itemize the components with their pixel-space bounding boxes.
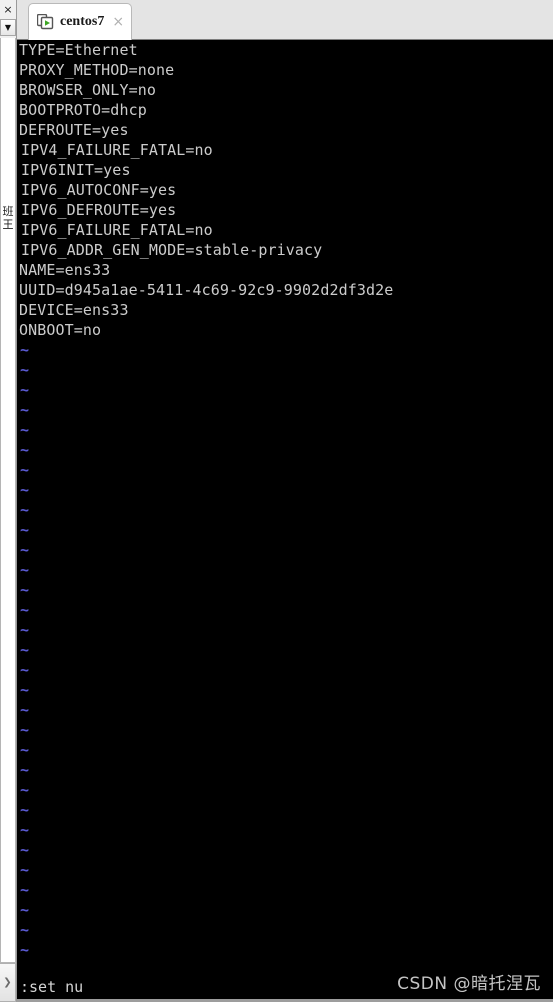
- empty-line-marker: ~: [20, 901, 30, 919]
- config-line: IPV6INIT=yes: [21, 161, 131, 179]
- empty-line-marker: ~: [20, 821, 30, 839]
- config-line: TYPE=Ethernet: [19, 41, 138, 59]
- empty-line-marker: ~: [20, 581, 30, 599]
- chevron-down-icon[interactable]: ▼: [0, 19, 16, 36]
- config-line: IPV4_FAILURE_FATAL=no: [21, 141, 213, 159]
- tab-centos7[interactable]: centos7 ×: [28, 3, 133, 40]
- tab-strip: centos7 ×: [17, 0, 553, 40]
- csdn-watermark: CSDN @暗托涅瓦: [397, 974, 541, 994]
- empty-line-marker: ~: [20, 801, 30, 819]
- config-line: UUID=d945a1ae-5411-4c69-92c9-9902d2df3d2…: [19, 281, 394, 299]
- empty-line-marker: ~: [20, 621, 30, 639]
- empty-line-marker: ~: [20, 681, 30, 699]
- empty-line-marker: ~: [20, 401, 30, 419]
- config-line: IPV6_FAILURE_FATAL=no: [21, 221, 213, 239]
- config-line: DEVICE=ens33: [19, 301, 129, 319]
- library-panel: [0, 38, 16, 963]
- library-vertical-label: 班王: [2, 205, 14, 231]
- empty-line-marker: ~: [20, 521, 30, 539]
- config-line: IPV6_AUTOCONF=yes: [21, 181, 177, 199]
- empty-line-marker: ~: [20, 641, 30, 659]
- empty-line-marker: ~: [20, 661, 30, 679]
- empty-line-marker: ~: [20, 721, 30, 739]
- empty-line-marker: ~: [20, 561, 30, 579]
- config-line: IPV6_ADDR_GEN_MODE=stable-privacy: [21, 241, 323, 259]
- vm-power-icon: [36, 13, 54, 30]
- empty-line-marker: ~: [20, 601, 30, 619]
- empty-line-marker: ~: [20, 741, 30, 759]
- empty-line-marker: ~: [20, 421, 30, 439]
- config-line: DEFROUTE=yes: [19, 121, 129, 139]
- config-line: BROWSER_ONLY=no: [19, 81, 156, 99]
- empty-line-marker: ~: [20, 921, 30, 939]
- terminal-screen[interactable]: TYPE=Ethernet PROXY_METHOD=none BROWSER_ON…: [17, 40, 553, 1002]
- empty-line-marker: ~: [20, 381, 30, 399]
- empty-line-marker: ~: [20, 541, 30, 559]
- config-line: IPV6_DEFROUTE=yes: [21, 201, 177, 219]
- empty-line-marker: ~: [20, 941, 30, 959]
- empty-line-marker: ~: [20, 701, 30, 719]
- empty-line-marker: ~: [20, 461, 30, 479]
- empty-line-marker: ~: [20, 841, 30, 859]
- vim-buffer: TYPE=Ethernet PROXY_METHOD=none BROWSER_ON…: [17, 40, 553, 960]
- config-line: BOOTPROTO=dhcp: [19, 101, 147, 119]
- config-line: PROXY_METHOD=none: [19, 61, 175, 79]
- config-line: NAME=ens33: [19, 261, 111, 279]
- config-line: ONBOOT=no: [19, 321, 102, 339]
- empty-line-marker: ~: [20, 781, 30, 799]
- close-icon[interactable]: ×: [110, 15, 124, 29]
- empty-line-marker: ~: [20, 481, 30, 499]
- empty-line-marker: ~: [20, 861, 30, 879]
- empty-line-marker: ~: [20, 361, 30, 379]
- empty-line-marker: ~: [20, 341, 30, 359]
- close-icon[interactable]: ×: [1, 2, 15, 18]
- vmware-left-rail: × ▼ 班王 ❯: [0, 0, 17, 1002]
- empty-line-marker: ~: [20, 761, 30, 779]
- empty-line-marker: ~: [20, 881, 30, 899]
- tab-label: centos7: [60, 14, 105, 29]
- empty-line-marker: ~: [20, 441, 30, 459]
- empty-line-marker: ~: [20, 501, 30, 519]
- expand-sidebar-button[interactable]: ❯: [0, 963, 16, 1002]
